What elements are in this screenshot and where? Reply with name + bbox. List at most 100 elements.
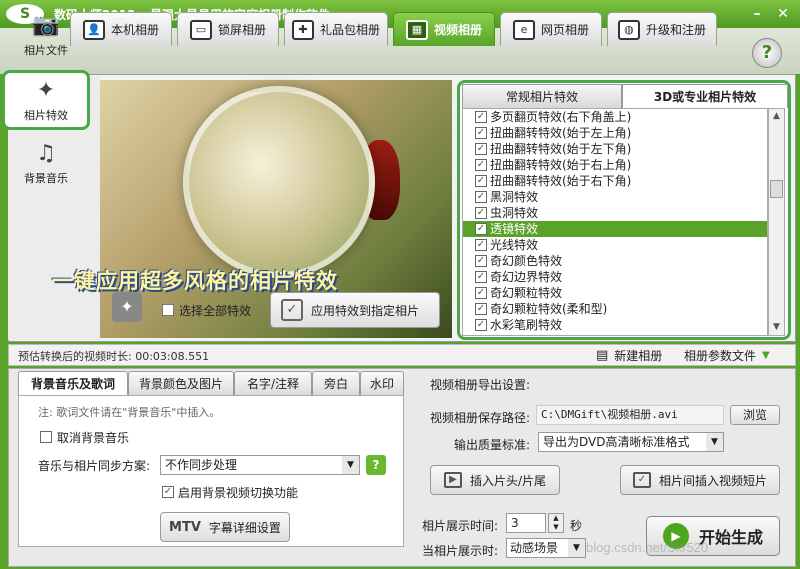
effect-item[interactable]: ✓ 光线特效 bbox=[463, 237, 767, 253]
show-time-input[interactable]: 3 bbox=[506, 513, 546, 533]
effect-item[interactable]: ✓ 透镜特效 bbox=[463, 221, 767, 237]
effect-item[interactable]: ✓ 奇幻颗粒特效 bbox=[463, 285, 767, 301]
gift-icon: ✚ bbox=[291, 19, 314, 40]
cancel-music-checkbox[interactable] bbox=[40, 431, 52, 443]
effect-label: 仿毛风雪特效 bbox=[490, 333, 562, 335]
show-time-spinner[interactable]: ▲ ▼ bbox=[548, 513, 564, 533]
chevron-down-icon[interactable]: ▼ bbox=[706, 433, 723, 451]
sidebar-item-background-music[interactable]: ♫ 背景音乐 bbox=[2, 136, 90, 196]
chevron-down-icon[interactable]: ▼ bbox=[342, 456, 359, 474]
scroll-down-icon[interactable]: ▼ bbox=[769, 320, 784, 335]
show-time-label: 相片展示时间: bbox=[422, 519, 499, 533]
effect-item[interactable]: ✓仿毛风雪特效 bbox=[463, 333, 767, 336]
camera-icon: 📷 bbox=[32, 13, 60, 38]
tab-web-album[interactable]: e 网页相册 bbox=[500, 12, 602, 46]
effect-item[interactable]: ✓ 奇幻颗粒特效(柔和型) bbox=[463, 301, 767, 317]
effect-checkbox[interactable]: ✓ bbox=[475, 335, 487, 336]
help-button[interactable]: ? bbox=[752, 38, 782, 68]
effect-checkbox[interactable]: ✓ bbox=[475, 175, 487, 187]
tab-label: 锁屏相册 bbox=[217, 23, 266, 37]
tab-music-lyrics[interactable]: 背景音乐及歌词 bbox=[18, 371, 128, 395]
select-all-checkbox[interactable] bbox=[162, 304, 174, 316]
mtv-badge: MTV bbox=[169, 519, 201, 535]
effect-item[interactable]: ✓ 扭曲翻转特效(始于右下角) bbox=[463, 173, 767, 189]
scroll-up-icon[interactable]: ▲ bbox=[769, 109, 784, 124]
watermark-text: blog.csdn.net/Skr520 bbox=[586, 540, 709, 555]
music-note-icon: ♫ bbox=[36, 141, 56, 166]
sidebar-item-photo-effects[interactable]: ✦ 相片特效 bbox=[2, 70, 90, 130]
scroll-thumb[interactable] bbox=[770, 180, 783, 198]
effect-checkbox[interactable]: ✓ bbox=[475, 159, 487, 171]
tab-lockscreen-album[interactable]: ▭ 锁屏相册 bbox=[177, 12, 279, 46]
tab-label: 本机相册 bbox=[110, 23, 159, 37]
effect-checkbox[interactable]: ✓ bbox=[475, 223, 487, 235]
effect-checkbox[interactable]: ✓ bbox=[475, 303, 487, 315]
preview-lens bbox=[183, 86, 375, 278]
save-path-label: 视频相册保存路径: bbox=[430, 411, 531, 425]
bgvideo-checkbox[interactable]: ✓ bbox=[162, 486, 174, 498]
effect-item[interactable]: ✓ 扭曲翻转特效(始于右上角) bbox=[463, 157, 767, 173]
tab-watermark[interactable]: 水印 bbox=[360, 371, 404, 395]
effect-item[interactable]: ✓ 多页翻页特效(右下角盖上) bbox=[463, 109, 767, 125]
ie-icon: e bbox=[512, 19, 535, 40]
apply-effect-button[interactable]: ✓ 应用特效到指定相片 bbox=[270, 292, 440, 328]
insert-clip-label: 相片间插入视频短片 bbox=[658, 473, 767, 488]
sync-select[interactable]: 不作同步处理 bbox=[160, 455, 360, 475]
insert-clip-button[interactable]: ✓ 相片间插入视频短片 bbox=[620, 465, 780, 495]
effect-label: 奇幻颗粒特效 bbox=[490, 286, 563, 300]
close-button[interactable]: ✕ bbox=[774, 5, 792, 23]
tab-background-color[interactable]: 背景颜色及图片 bbox=[128, 371, 234, 395]
sidebar-item-label: 相片特效 bbox=[24, 109, 68, 122]
effect-checkbox[interactable]: ✓ bbox=[475, 143, 487, 155]
effects-list: ✓ 多页翻页特效(右下角盖上) ✓ 扭曲翻转特效(始于左上角) ✓ 扭曲翻转特效(始于左下… bbox=[462, 108, 768, 336]
chevron-down-icon[interactable]: ▼ bbox=[568, 539, 585, 557]
effect-item[interactable]: ✓ 奇幻边界特效 bbox=[463, 269, 767, 285]
tab-video-album[interactable]: ▦ 视频相册 bbox=[393, 12, 495, 46]
tab-3d-effects[interactable]: 3D或专业相片特效 bbox=[622, 84, 788, 108]
effects-scrollbar[interactable] bbox=[768, 108, 785, 336]
tab-label: 升级和注册 bbox=[645, 23, 706, 37]
album-params-button[interactable]: 相册参数文件 ▼ bbox=[684, 346, 770, 364]
effect-checkbox[interactable]: ✓ bbox=[475, 271, 487, 283]
mtv-subtitle-button[interactable]: MTV 字幕详细设置 bbox=[160, 512, 290, 542]
sidebar-item-photo-files[interactable]: 📷 相片文件 bbox=[2, 8, 90, 68]
browse-button[interactable]: 浏览 bbox=[730, 405, 780, 425]
effect-checkbox[interactable]: ✓ bbox=[475, 287, 487, 299]
effect-checkbox[interactable]: ✓ bbox=[475, 191, 487, 203]
effect-item[interactable]: ✓ 扭曲翻转特效(始于左上角) bbox=[463, 125, 767, 141]
estimated-duration: 预估转换后的视频时长: 00:03:08.551 bbox=[18, 350, 210, 363]
sync-help-button[interactable]: ? bbox=[366, 455, 386, 475]
save-path-field[interactable]: C:\DMGift\视频相册.avi bbox=[536, 405, 724, 425]
tab-gift-album[interactable]: ✚ 礼品包相册 bbox=[284, 12, 388, 46]
effect-label: 奇幻颗粒特效(柔和型) bbox=[490, 302, 608, 316]
effect-item[interactable]: ✓ 扭曲翻转特效(始于左下角) bbox=[463, 141, 767, 157]
effect-checkbox[interactable]: ✓ bbox=[475, 111, 487, 123]
effect-item[interactable]: ✓ 黑洞特效 bbox=[463, 189, 767, 205]
film-icon: ▦ bbox=[405, 19, 428, 40]
mtv-label: 字幕详细设置 bbox=[208, 520, 281, 535]
tab-label: 礼品包相册 bbox=[319, 23, 380, 37]
minimize-button[interactable]: – bbox=[748, 5, 766, 23]
effect-item[interactable]: ✓ 虫洞特效 bbox=[463, 205, 767, 221]
apply-effect-label: 应用特效到指定相片 bbox=[311, 303, 420, 318]
effect-checkbox[interactable]: ✓ bbox=[475, 127, 487, 139]
quality-label: 输出质量标准: bbox=[454, 438, 531, 452]
tab-name-notes[interactable]: 名字/注释 bbox=[234, 371, 312, 395]
monitor-icon: ▭ bbox=[189, 19, 212, 40]
bgvideo-label: 启用背景视频切换功能 bbox=[178, 486, 299, 500]
effect-item[interactable]: ✓ 水彩笔刷特效 bbox=[463, 317, 767, 333]
effect-checkbox[interactable]: ✓ bbox=[475, 207, 487, 219]
tab-upgrade-register[interactable]: ◍ 升级和注册 bbox=[607, 12, 717, 46]
effect-item[interactable]: ✓ 奇幻颜色特效 bbox=[463, 253, 767, 269]
tab-narration[interactable]: 旁白 bbox=[312, 371, 360, 395]
insert-head-label: 插入片头/片尾 bbox=[469, 473, 547, 488]
tab-regular-effects[interactable]: 常规相片特效 bbox=[462, 84, 622, 108]
effect-checkbox[interactable]: ✓ bbox=[475, 239, 487, 251]
new-album-button[interactable]: ▤ 新建相册 bbox=[596, 346, 662, 364]
effect-label: 扭曲翻转特效(始于左下角) bbox=[490, 142, 632, 156]
effect-checkbox[interactable]: ✓ bbox=[475, 319, 487, 331]
insert-head-tail-button[interactable]: ▶ 插入片头/片尾 bbox=[430, 465, 560, 495]
check-icon: ✓ bbox=[281, 299, 303, 321]
effect-checkbox[interactable]: ✓ bbox=[475, 255, 487, 267]
quality-select[interactable]: 导出为DVD高清晰标准格式 bbox=[538, 432, 724, 452]
